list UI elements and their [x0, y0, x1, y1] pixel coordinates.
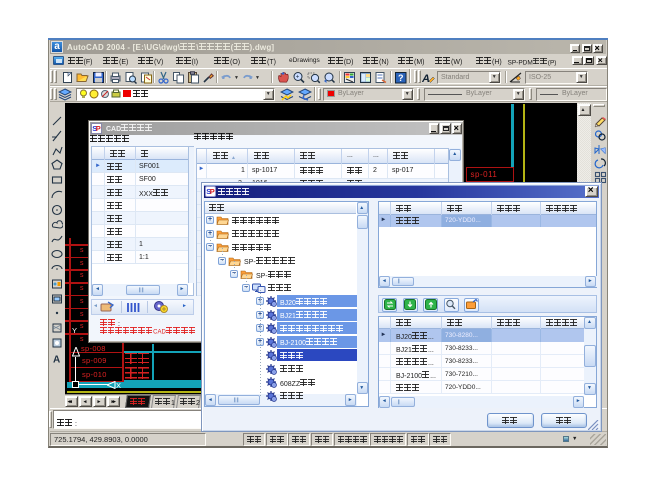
svg-text:?: ?	[398, 73, 404, 83]
svg-text:A: A	[422, 73, 430, 84]
svg-text:A: A	[53, 354, 60, 364]
svg-text:+: +	[296, 74, 300, 80]
